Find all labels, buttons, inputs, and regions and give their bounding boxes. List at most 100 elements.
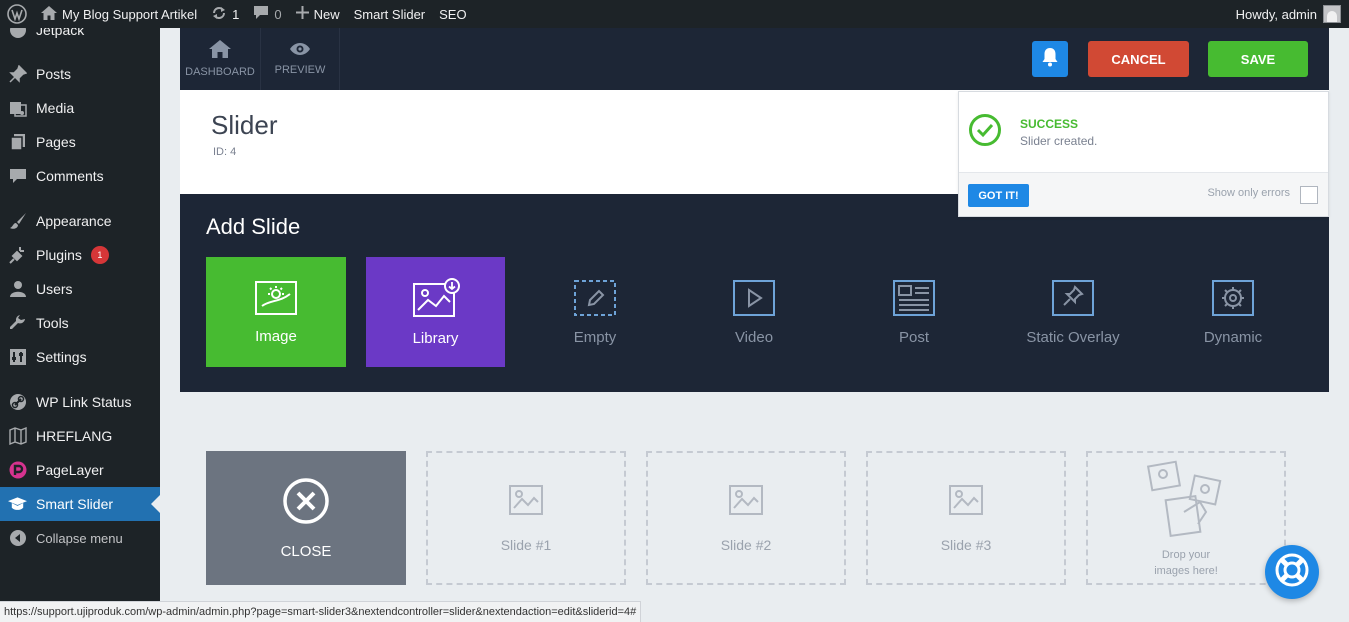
link-icon: [8, 393, 27, 412]
site-name-link[interactable]: My Blog Support Artikel: [34, 0, 204, 28]
pagelayer-icon: [8, 461, 27, 480]
media-icon: [8, 99, 27, 118]
sidebar-item-tools[interactable]: Tools: [0, 306, 160, 340]
slider-id: ID: 4: [213, 146, 237, 158]
slide-thumbnail[interactable]: Slide #3: [866, 451, 1066, 585]
tile-label: Library: [412, 329, 459, 347]
editor-toolbar: DASHBOARD PREVIEW CANCEL SAVE: [180, 28, 1329, 90]
brush-icon: [8, 212, 27, 231]
site-name: My Blog Support Artikel: [62, 6, 198, 22]
sidebar-item-media[interactable]: Media: [0, 91, 160, 125]
sidebar-item-settings[interactable]: Settings: [0, 340, 160, 374]
new-content-link[interactable]: New: [289, 0, 347, 28]
seo-link[interactable]: SEO: [432, 0, 473, 28]
notification-bell-button[interactable]: [1032, 41, 1068, 77]
cancel-button[interactable]: CANCEL: [1088, 41, 1189, 77]
settings-icon: [8, 348, 27, 367]
sidebar-item-appearance[interactable]: Appearance: [0, 204, 160, 238]
image-icon: [254, 280, 298, 320]
browser-status-bar: https://support.ujiproduk.com/wp-admin/a…: [0, 601, 642, 622]
slide-label: Slide #2: [720, 536, 772, 553]
drop-images-zone[interactable]: Drop your images here!: [1086, 451, 1286, 585]
show-only-errors-checkbox[interactable]: [1300, 186, 1318, 204]
slide-thumbnail[interactable]: Slide #1: [426, 451, 626, 585]
lifebuoy-icon: [1272, 550, 1312, 595]
wrench-icon: [8, 314, 27, 333]
sidebar-item-pages[interactable]: Pages: [0, 125, 160, 159]
got-it-button[interactable]: GOT IT!: [968, 184, 1029, 207]
sidebar-item-label: WP Link Status: [36, 394, 132, 410]
pin-icon: [8, 65, 27, 84]
add-static-overlay-button[interactable]: Static Overlay: [1003, 257, 1143, 367]
home-icon: [41, 5, 57, 23]
close-slides-button[interactable]: CLOSE: [206, 451, 406, 585]
slides-area: CLOSE Slide #1 Slide #2 Slide #3 Drop yo…: [180, 392, 1329, 622]
success-notification: SUCCESS Slider created. GOT IT! Show onl…: [958, 91, 1329, 217]
admin-sidebar: Jetpack Posts Media Pages Comments Appea…: [0, 28, 160, 622]
tile-label: Post: [898, 328, 929, 346]
drop-label-line1: Drop your: [1161, 548, 1211, 561]
sidebar-item-pagelayer[interactable]: PageLayer: [0, 453, 160, 487]
save-button[interactable]: SAVE: [1208, 41, 1308, 77]
comments-count: 0: [274, 6, 282, 22]
collapse-icon: [8, 529, 27, 548]
show-only-errors-label: Show only errors: [1207, 187, 1290, 199]
wordpress-logo-icon[interactable]: [0, 0, 34, 28]
admin-bar: My Blog Support Artikel 1 0 New Smart Sl…: [0, 0, 1349, 28]
sidebar-item-users[interactable]: Users: [0, 272, 160, 306]
bell-icon: [1041, 47, 1059, 72]
sidebar-item-wp-link-status[interactable]: WP Link Status: [0, 385, 160, 419]
sidebar-item-label: Collapse menu: [36, 530, 123, 546]
sidebar-item-plugins[interactable]: Plugins 1: [0, 238, 160, 272]
sidebar-item-label: Media: [36, 100, 75, 116]
sidebar-item-label: Posts: [36, 66, 72, 82]
updates-link[interactable]: 1: [204, 0, 246, 28]
tile-label: Empty: [573, 328, 617, 346]
smart-slider-link[interactable]: Smart Slider: [347, 0, 433, 28]
add-image-slide-button[interactable]: Image: [206, 257, 346, 367]
howdy-label: Howdy, admin: [1235, 6, 1317, 22]
add-empty-slide-button[interactable]: Empty: [525, 257, 665, 367]
image-placeholder-icon: [948, 484, 984, 519]
add-video-slide-button[interactable]: Video: [684, 257, 824, 367]
video-icon: [732, 279, 776, 321]
sidebar-item-jetpack[interactable]: Jetpack: [0, 28, 160, 47]
slide-label: Slide #3: [940, 536, 992, 553]
tile-label: Video: [734, 328, 774, 346]
tile-label: Image: [255, 327, 297, 345]
slider-title: Slider: [211, 110, 278, 140]
sidebar-item-hreflang[interactable]: HREFLANG: [0, 419, 160, 453]
sidebar-item-smart-slider[interactable]: Smart Slider: [0, 487, 160, 521]
library-icon: [412, 277, 460, 322]
add-post-slide-button[interactable]: Post: [844, 257, 984, 367]
sidebar-item-comments[interactable]: Comments: [0, 159, 160, 193]
notification-footer: GOT IT! Show only errors: [959, 172, 1328, 216]
comments-link[interactable]: 0: [246, 0, 288, 28]
updates-count: 1: [232, 6, 240, 22]
notification-message: Slider created.: [1020, 133, 1098, 148]
empty-slide-icon: [573, 279, 617, 321]
add-dynamic-slide-button[interactable]: Dynamic: [1163, 257, 1303, 367]
post-icon: [892, 279, 936, 321]
dashboard-button[interactable]: DASHBOARD: [180, 28, 261, 90]
notification-text: SUCCESS Slider created.: [1020, 117, 1097, 148]
slide-thumbnail[interactable]: Slide #2: [646, 451, 846, 585]
jetpack-icon: [8, 28, 27, 40]
drop-label-line2: images here!: [1154, 564, 1218, 577]
gear-icon: [1211, 279, 1255, 321]
refresh-icon: [211, 5, 227, 24]
sidebar-item-posts[interactable]: Posts: [0, 57, 160, 91]
collapse-menu-button[interactable]: Collapse menu: [0, 521, 160, 555]
preview-button[interactable]: PREVIEW: [261, 28, 340, 90]
smart-slider-label: Smart Slider: [353, 6, 426, 22]
seo-label: SEO: [439, 6, 467, 22]
status-url: https://support.ujiproduk.com/wp-admin/a…: [4, 606, 637, 618]
sidebar-item-label: Settings: [36, 349, 87, 365]
plugins-update-badge: 1: [90, 246, 109, 264]
account-menu[interactable]: Howdy, admin: [1236, 5, 1349, 23]
help-button[interactable]: [1265, 545, 1319, 599]
preview-label: PREVIEW: [274, 64, 326, 76]
mortarboard-icon: [8, 495, 27, 514]
dashboard-label: DASHBOARD: [185, 66, 255, 78]
add-library-slide-button[interactable]: Library: [366, 257, 505, 367]
